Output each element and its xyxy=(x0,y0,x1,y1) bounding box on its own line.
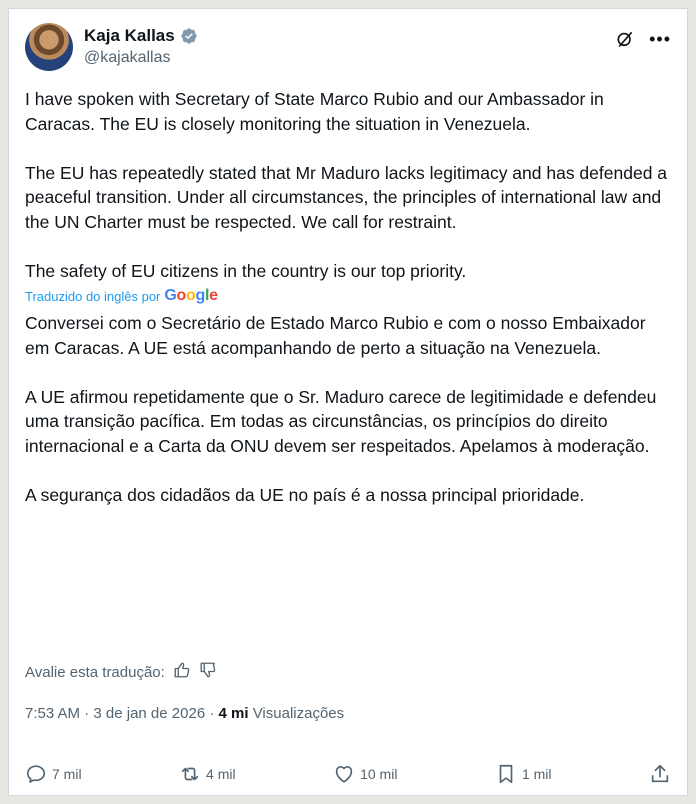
tweet-paragraph: The EU has repeatedly stated that Mr Mad… xyxy=(25,162,668,232)
reply-button[interactable]: 7 mil xyxy=(25,763,82,785)
translated-paragraph: A UE afirmou repetidamente que o Sr. Mad… xyxy=(25,386,657,456)
like-button[interactable]: 10 mil xyxy=(333,763,397,785)
grok-icon[interactable] xyxy=(615,29,635,49)
tweet-header: Kaja Kallas @kajakallas ••• xyxy=(25,23,671,71)
tweet-meta: 7:53 AM · 3 de jan de 2026 · 4 mi Visual… xyxy=(25,705,344,722)
tweet-actions: 7 mil 4 mil 10 mil 1 mil xyxy=(25,761,671,787)
bookmark-count: 1 mil xyxy=(521,766,552,782)
share-button[interactable] xyxy=(649,763,671,785)
reply-count: 7 mil xyxy=(52,766,82,782)
bookmark-icon xyxy=(499,764,513,784)
views-count: 4 mi xyxy=(218,705,249,722)
heart-icon xyxy=(335,766,353,783)
share-icon xyxy=(651,764,669,783)
avatar[interactable] xyxy=(25,23,73,71)
repost-button[interactable]: 4 mil xyxy=(179,763,236,785)
meta-separator: · xyxy=(209,705,215,722)
meta-separator: · xyxy=(84,705,90,722)
translation-label: Traduzido do inglês por xyxy=(25,288,161,304)
tweet-time[interactable]: 7:53 AM xyxy=(25,705,80,722)
thumbs-up-icon[interactable] xyxy=(173,661,191,683)
reply-icon xyxy=(26,765,46,783)
header-actions: ••• xyxy=(615,29,671,49)
translated-paragraph: Conversei com o Secretário de Estado Mar… xyxy=(25,313,646,358)
repost-count: 4 mil xyxy=(206,766,236,782)
verified-badge-icon xyxy=(180,27,198,45)
translation-attribution[interactable]: Traduzido do inglês por Google xyxy=(25,287,673,305)
views-label: Visualizações xyxy=(252,705,345,722)
author-handle[interactable]: @kajakallas xyxy=(84,49,198,67)
like-count: 10 mil xyxy=(360,766,398,782)
tweet-body: I have spoken with Secretary of State Ma… xyxy=(25,87,673,532)
more-options-icon[interactable]: ••• xyxy=(649,29,671,49)
tweet-card: Kaja Kallas @kajakallas ••• I have spoke… xyxy=(8,8,688,796)
thumbs-down-icon[interactable] xyxy=(199,661,217,683)
tweet-paragraph: The safety of EU citizens in the country… xyxy=(25,260,467,281)
tweet-date[interactable]: 3 de jan de 2026 xyxy=(93,705,205,722)
repost-icon xyxy=(181,767,199,781)
rate-translation: Avalie esta tradução: xyxy=(25,661,217,683)
google-logo: Google xyxy=(164,287,218,304)
rate-translation-label: Avalie esta tradução: xyxy=(25,663,165,681)
tweet-paragraph: I have spoken with Secretary of State Ma… xyxy=(25,89,604,134)
author-name[interactable]: Kaja Kallas xyxy=(84,26,175,46)
bookmark-button[interactable]: 1 mil xyxy=(495,763,552,785)
translated-paragraph: A segurança dos cidadãos da UE no país é… xyxy=(25,484,585,505)
author-info: Kaja Kallas @kajakallas xyxy=(84,25,198,67)
